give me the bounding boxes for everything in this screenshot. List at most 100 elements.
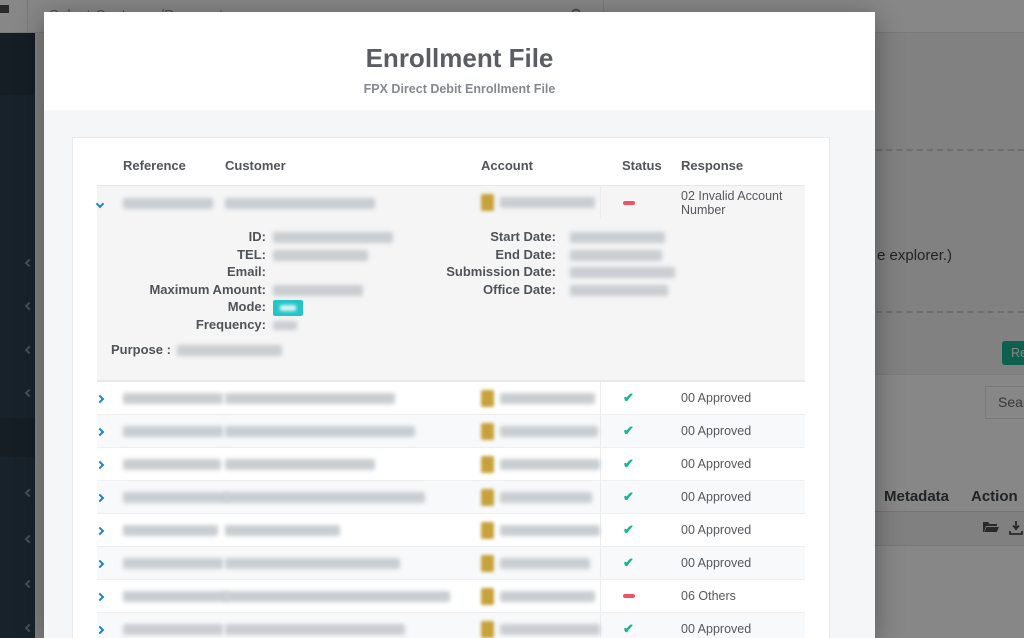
chevron-right-icon[interactable] (96, 593, 104, 601)
detail-value (563, 316, 805, 334)
redacted-value (225, 624, 405, 635)
redacted-value (500, 624, 600, 635)
purpose-row: Purpose : (97, 342, 805, 357)
bank-logo-icon (481, 194, 494, 211)
table-row[interactable]: ✔ 00 Approved (97, 481, 805, 514)
chevron-right-icon[interactable] (96, 494, 104, 502)
chevron-down-icon[interactable] (96, 199, 104, 207)
bank-logo-icon (481, 522, 494, 539)
detail-value (266, 228, 438, 246)
redacted-value (500, 591, 595, 602)
bank-logo-icon (481, 588, 494, 605)
table-row[interactable]: ✔00 Approved (97, 613, 805, 638)
row-response: 00 Approved (681, 622, 805, 636)
redacted-value (123, 591, 228, 602)
row-response: 06 Others (681, 589, 805, 603)
column-header-account: Account (481, 158, 600, 173)
table-row[interactable]: 06 Others (97, 580, 805, 613)
redacted-value (500, 525, 600, 536)
chevron-right-icon[interactable] (96, 428, 104, 436)
row-response: 00 Approved (681, 457, 805, 471)
detail-value (563, 263, 805, 281)
detail-value (563, 228, 805, 246)
column-header-customer: Customer (225, 158, 481, 173)
redacted-value (273, 250, 368, 261)
chevron-right-icon[interactable] (96, 560, 104, 568)
detail-value (266, 298, 438, 316)
redacted-value (225, 492, 425, 503)
redacted-value (225, 525, 340, 536)
redacted-value (225, 558, 400, 569)
chevron-right-icon[interactable] (96, 626, 104, 634)
chevron-right-icon[interactable] (96, 395, 104, 403)
status-approved-icon: ✔ (623, 390, 634, 406)
detail-value (266, 316, 438, 334)
bank-logo-icon (481, 390, 494, 407)
column-header-status: Status (600, 158, 681, 173)
detail-label: Office Date: (438, 281, 563, 299)
modal-body: Reference Customer Account Status Respon… (44, 110, 875, 638)
chevron-right-icon[interactable] (96, 461, 104, 469)
status-approved-icon: ✔ (623, 522, 634, 538)
redacted-value (273, 321, 297, 330)
column-header-response: Response (681, 158, 805, 173)
detail-value (563, 246, 805, 264)
detail-label: Submission Date: (438, 263, 563, 281)
redacted-value (570, 232, 665, 243)
redacted-value (123, 624, 223, 635)
redacted-value (570, 285, 668, 296)
detail-value (266, 281, 438, 299)
purpose-label: Purpose : (111, 342, 171, 357)
redacted-value (123, 558, 223, 569)
table-row[interactable]: ✔00 Approved (97, 382, 805, 415)
status-error-icon (623, 594, 635, 598)
redacted-value (225, 393, 395, 404)
table-row[interactable]: ✔00 Approved (97, 514, 805, 547)
redacted-value (123, 492, 228, 503)
detail-label: ID: (97, 228, 266, 246)
modal-subtitle: FPX Direct Debit Enrollment File (44, 82, 875, 96)
redacted-value (225, 459, 375, 470)
redacted-value (500, 393, 595, 404)
redacted-value (500, 426, 598, 437)
detail-label: Frequency: (97, 316, 266, 334)
detail-label (438, 298, 563, 316)
row-response: 00 Approved (681, 556, 805, 570)
redacted-account (500, 197, 595, 208)
redacted-value (570, 250, 662, 261)
detail-label: End Date: (438, 246, 563, 264)
mode-badge (273, 300, 303, 316)
bank-logo-icon (481, 489, 494, 506)
modal-title: Enrollment File (44, 43, 875, 74)
status-approved-icon: ✔ (623, 489, 634, 505)
redacted-value (123, 393, 223, 404)
table-row-expanded[interactable]: 02 Invalid Account Number (97, 186, 805, 219)
redacted-value (273, 232, 393, 243)
table-row[interactable]: ✔00 Approved (97, 547, 805, 580)
bank-logo-icon (481, 423, 494, 440)
redacted-purpose (177, 345, 282, 356)
detail-label: Start Date: (438, 228, 563, 246)
column-header-reference: Reference (123, 158, 225, 173)
redacted-value (280, 305, 296, 311)
detail-value (563, 298, 805, 316)
app-root: Select Customer/Payment 43 Log out (0, 0, 1024, 638)
status-approved-icon: ✔ (623, 423, 634, 439)
table-rows: ✔ 00 Approved ✔ 00 Approved ✔ 00 Approved ✔ 00 … (97, 382, 805, 638)
row-response: 00 Approved (681, 490, 805, 504)
table-row[interactable]: ✔00 Approved (97, 448, 805, 481)
redacted-value (225, 591, 450, 602)
status-error-icon (623, 201, 635, 205)
bank-logo-icon (481, 456, 494, 473)
detail-value (563, 281, 805, 299)
table-row[interactable]: ✔00 Approved (97, 415, 805, 448)
redacted-value (225, 426, 415, 437)
enrollment-table-card: Reference Customer Account Status Respon… (72, 137, 830, 638)
redacted-value (123, 459, 221, 470)
chevron-right-icon[interactable] (96, 527, 104, 535)
redacted-value (570, 267, 675, 278)
redacted-value (500, 492, 592, 503)
detail-value (266, 246, 438, 264)
detail-value (266, 263, 438, 281)
redacted-reference (123, 198, 213, 209)
